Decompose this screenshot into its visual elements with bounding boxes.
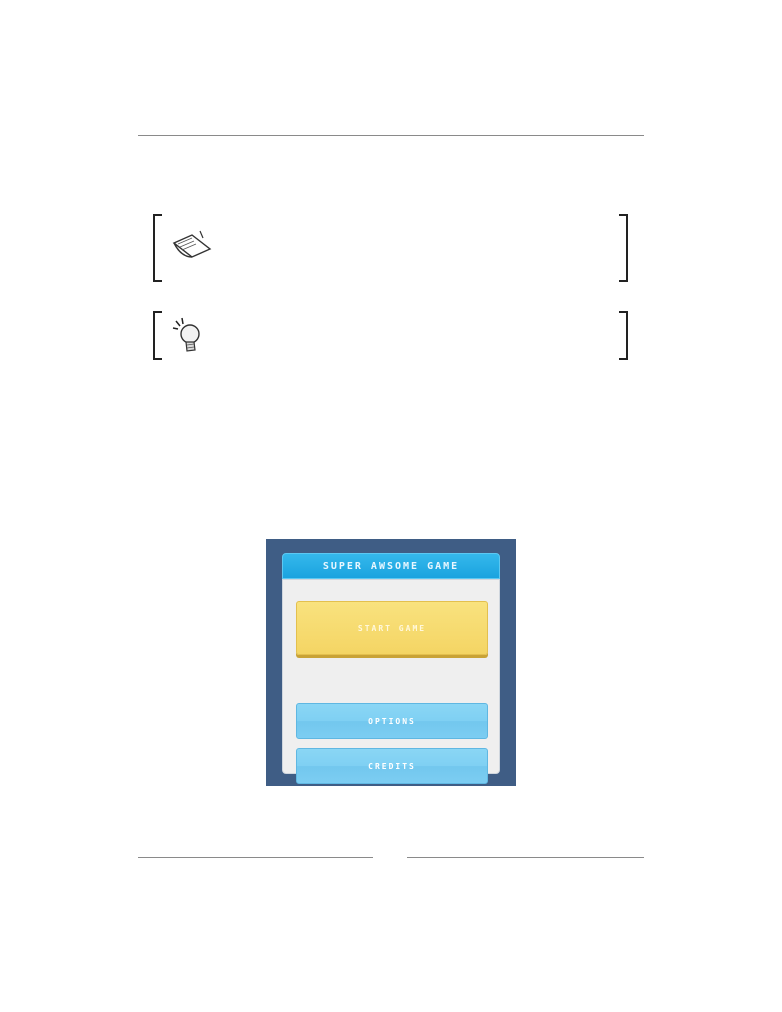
footer-rule-right: [407, 857, 644, 858]
options-button[interactable]: OPTIONS: [296, 703, 488, 739]
footer-rule-left: [138, 857, 373, 858]
header-rule: [138, 135, 644, 136]
lightbulb-icon: [172, 317, 200, 352]
game-title-bar: SUPER AWSOME GAME: [282, 553, 500, 579]
note-bracket-left: [153, 214, 162, 282]
game-menu-screenshot: SUPER AWSOME GAME START GAME OPTIONS CRE…: [266, 539, 516, 786]
note-paper-icon: [172, 230, 212, 258]
tip-bracket-left: [153, 311, 162, 360]
menu-panel: START GAME OPTIONS CREDITS: [282, 579, 500, 784]
credits-button[interactable]: CREDITS: [296, 748, 488, 784]
start-game-button[interactable]: START GAME: [296, 601, 488, 655]
game-title: SUPER AWSOME GAME: [322, 560, 460, 572]
tip-bracket-right: [619, 311, 628, 360]
note-bracket-right: [619, 214, 628, 282]
